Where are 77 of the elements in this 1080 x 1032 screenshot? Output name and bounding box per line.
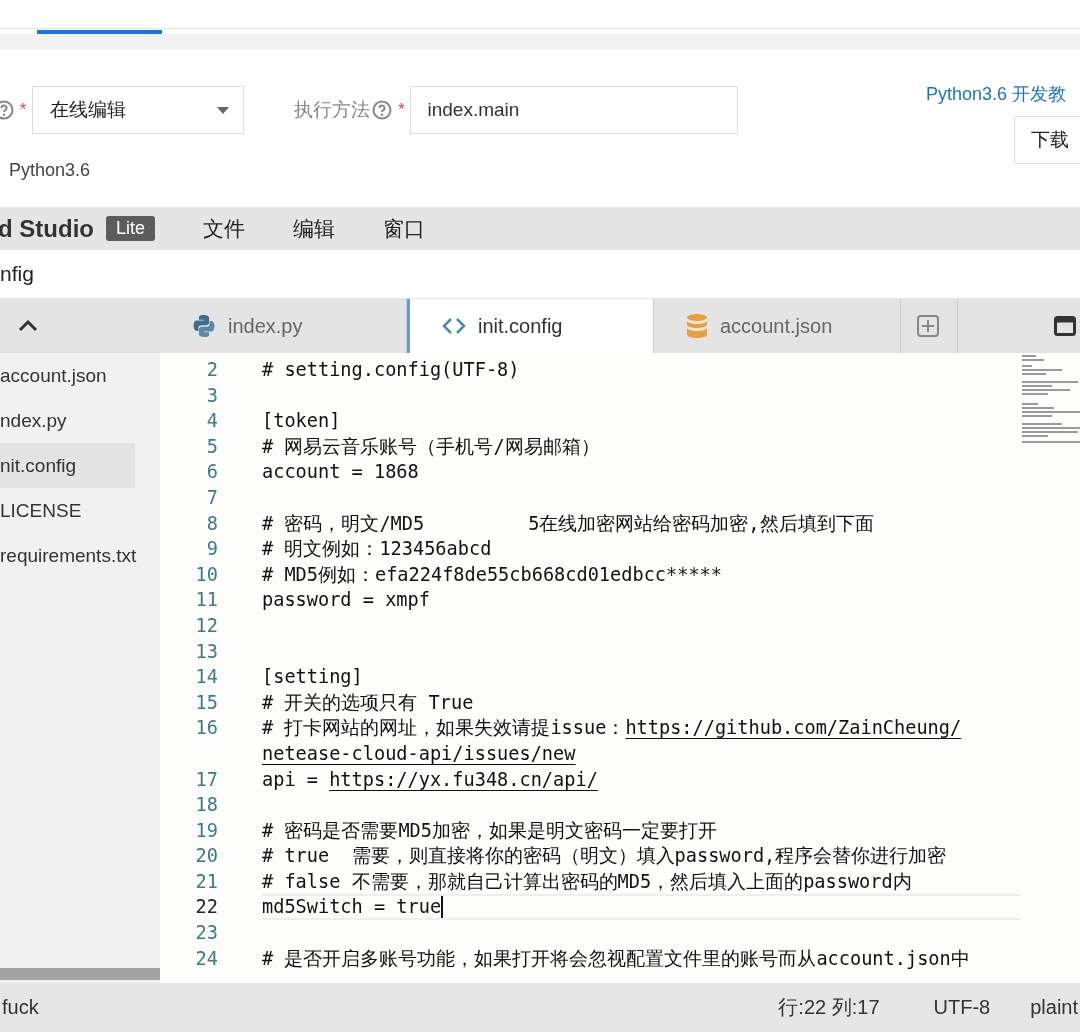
line-number: 6 [205,460,218,485]
cursor-position: 行:22 列:17 [778,995,880,1020]
line-number: 11 [194,588,218,613]
code-line: account = 1868 [262,460,420,485]
editor-tab[interactable]: init.config [407,299,654,353]
file-item[interactable]: nit.config [0,443,135,488]
line-number: 5 [205,434,218,459]
line-number: 2 [205,358,218,382]
plus-icon [917,315,939,337]
line-number: 14 [194,665,218,690]
line-number: 24 [194,947,218,972]
field-label: 执行方法 [294,98,371,122]
menu-item[interactable]: 编辑 [293,214,335,243]
text-cursor [441,896,444,919]
required-mark: * [398,101,405,119]
line-number: 12 [194,613,218,638]
python-icon [192,314,216,338]
menu-item[interactable]: 窗口 [383,214,425,243]
code-line: md5Switch = true [262,894,1020,921]
code-link[interactable]: https://github.com/ZainCheung/ [625,717,962,739]
code-line: # 密码是否需要MD5加密，如果是明文密码一定要打开 [262,818,718,843]
caret-icon [217,106,230,114]
help-icon[interactable] [0,100,14,120]
menu-item[interactable]: 文件 [203,214,245,243]
code-line: [token] [262,409,342,434]
code-line: # MD5例如：efa224f8de55cb668cd01edbcc***** [262,562,723,587]
line-number: 15 [194,690,218,715]
code-icon [442,317,466,335]
line-number: 17 [194,767,218,792]
file-item[interactable]: account.json [0,353,135,398]
help-icon[interactable] [372,100,393,120]
code-line: # false 不需要，那就自己计算出密码的MD5，然后填入上面的password内 [262,869,913,894]
encoding-label[interactable]: UTF-8 [933,996,991,1019]
code-link[interactable]: https://yx.fu348.cn/api/ [329,768,598,790]
scrollbar[interactable] [0,968,160,980]
line-number: 7 [205,485,218,510]
line-number: 22 [194,895,218,920]
lite-badge: Lite [106,216,155,241]
code-source-select[interactable]: 在线编辑 [32,86,245,134]
file-path: nfig [0,262,34,286]
line-number: 9 [205,537,218,562]
code-line: # 是否开启多账号功能，如果打开将会忽视配置文件里的账号而从account.json中 [262,947,971,972]
handler-input[interactable]: index.main [410,86,739,134]
code-line: api = https://yx.fu348.cn/api/ [262,767,599,792]
line-number: 8 [205,511,218,536]
collapse-icon[interactable] [18,320,38,332]
runtime-label: Python3.6 [9,160,92,181]
code-line: # 开关的选项只有 True [262,690,475,715]
code-line: # setting.config(UTF-8) [262,358,521,382]
code-line: [setting] [262,665,364,690]
line-number: 21 [194,869,218,894]
line-number: 10 [194,562,218,587]
docs-link[interactable]: Python3.6 开发教 [926,82,1067,106]
line-number: 13 [194,639,218,664]
line-number: 23 [194,921,218,946]
window-icon[interactable] [1054,316,1076,336]
status-text: fuck [2,996,39,1019]
code-link[interactable]: netease-cloud-api/issues/new [262,742,576,764]
code-line: # true 需要，则直接将你的密码（明文）填入password,程序会替你进行加密 [262,844,948,869]
database-icon [686,313,708,339]
line-number: 4 [205,409,218,434]
code-line: # 网易云音乐账号（手机号/网易邮箱） [262,434,601,459]
file-item[interactable]: LICENSE [0,488,135,533]
line-number: 19 [194,818,218,843]
code-line: password = xmpf [262,588,431,613]
line-number: 3 [205,383,218,408]
file-item[interactable]: ndex.py [0,398,135,443]
line-number: 18 [194,793,218,818]
line-number: 20 [194,844,218,869]
required-mark: * [20,101,27,119]
language-mode[interactable]: plaint [1030,996,1078,1019]
code-line: # 明文例如：123456abcd [262,537,493,562]
line-number: 16 [194,716,218,741]
download-button[interactable]: 下载 [1014,116,1080,164]
file-item[interactable]: requirements.txt [0,533,135,578]
code-line: # 密码，明文/MD5 5在线加密网站给密码加密,然后填到下面 [262,511,875,536]
minimap[interactable] [1020,353,1080,445]
